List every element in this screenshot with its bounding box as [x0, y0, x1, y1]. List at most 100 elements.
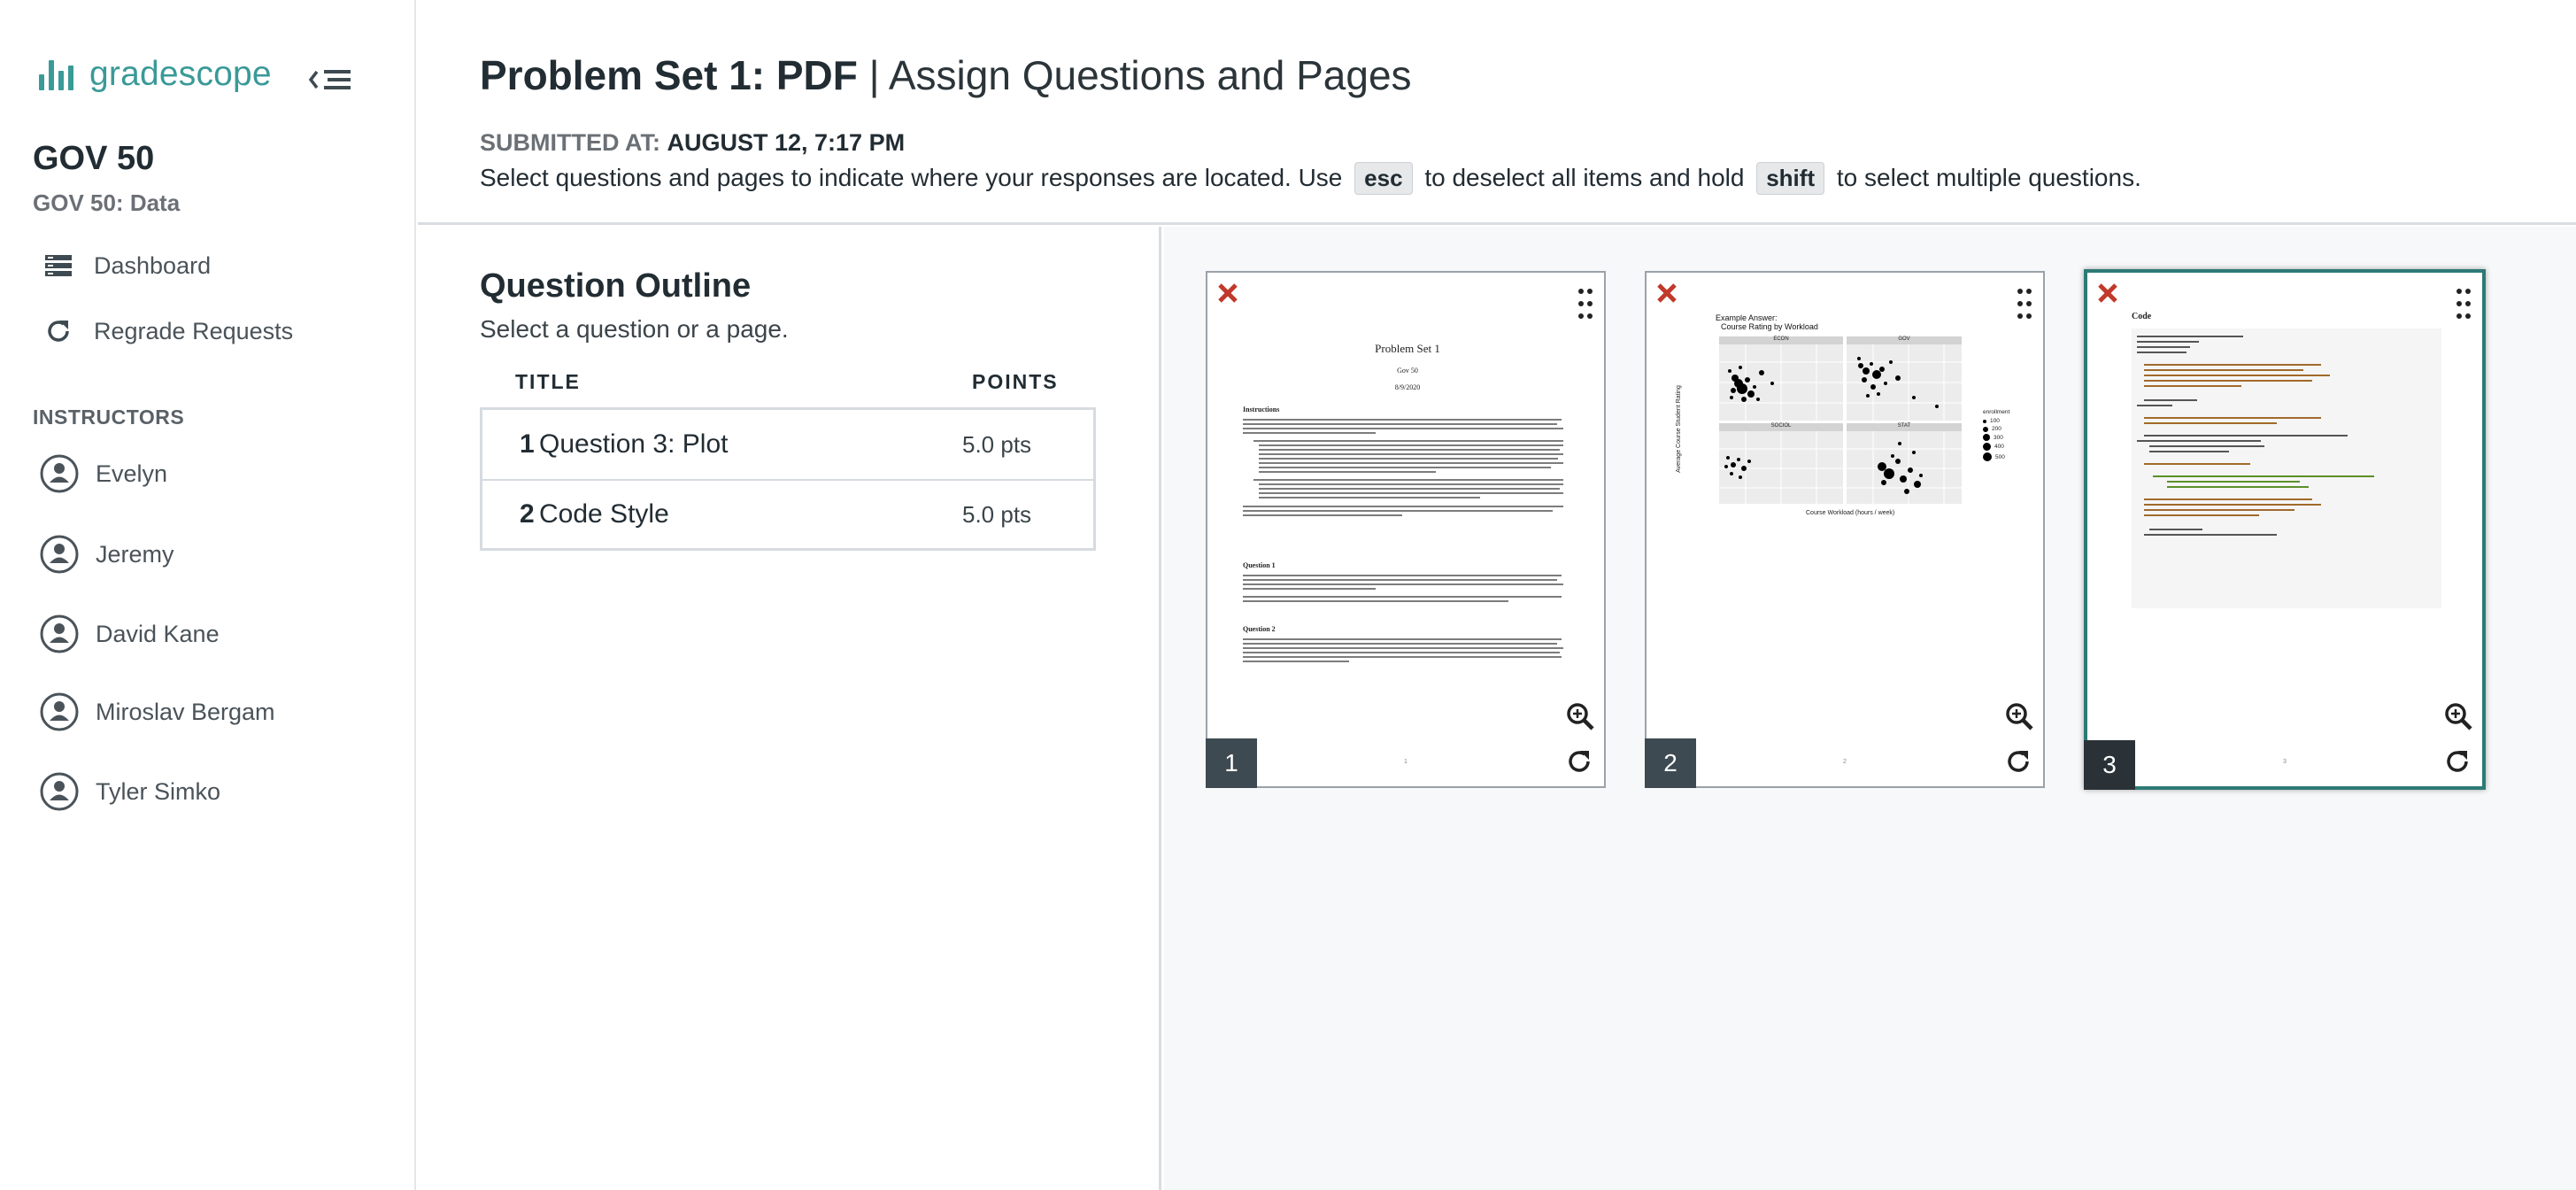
legend-label: 300: [1994, 434, 2003, 441]
page-preview: Code: [2132, 312, 2450, 613]
assignment-name: Problem Set 1: PDF: [480, 52, 858, 98]
page-thumbnail-2[interactable]: Example Answer: Course Rating by Workloa…: [1645, 271, 2045, 788]
page-footer-number: 2: [1843, 759, 1847, 765]
instructor-item[interactable]: Evelyn: [39, 453, 167, 494]
zoom-in-icon[interactable]: [1565, 701, 1595, 731]
question-row[interactable]: 1 Question 3: Plot 5.0 pts: [482, 410, 1093, 479]
dashboard-icon: [42, 250, 74, 282]
question-number: 2: [520, 499, 535, 529]
submitted-label: SUBMITTED AT:: [480, 129, 660, 156]
chart-legend: enrollment 100 200 300 400 500: [1983, 409, 2009, 461]
page-footer-number: 1: [1404, 759, 1408, 765]
submitted-at: SUBMITTED AT: AUGUST 12, 7:17 PM: [480, 129, 905, 157]
question-row[interactable]: 2 Code Style 5.0 pts: [482, 479, 1093, 548]
doc-date: 8/9/2020: [1394, 383, 1421, 391]
page-thumbnail-3[interactable]: Code 3 3: [2084, 269, 2486, 790]
sidebar: gradescope GOV 50 GOV 50: Data Dashboard: [0, 0, 416, 1190]
doc-heading: Question 1: [1243, 561, 1276, 569]
legend-marker: [1983, 434, 1990, 441]
instructor-name: Jeremy: [96, 540, 174, 568]
doc-text-lines: [1243, 638, 1563, 662]
page-title: Problem Set 1: PDF | Assign Questions an…: [480, 51, 1412, 99]
drag-handle-icon[interactable]: [1577, 287, 1593, 321]
page-thumbnail-1[interactable]: Problem Set 1 Gov 50 8/9/2020 Instructio…: [1206, 271, 1606, 788]
question-title: Code Style: [539, 499, 669, 529]
course-title[interactable]: GOV 50: [33, 140, 154, 178]
drag-handle-icon[interactable]: [2456, 287, 2472, 321]
user-avatar-icon: [40, 454, 79, 493]
facet-label: ECON: [1719, 336, 1843, 344]
chart-y-axis: Average Course Student Rating: [1673, 367, 1684, 491]
question-table: 1 Question 3: Plot 5.0 pts 2 Code Style …: [480, 407, 1096, 551]
doc-title: Problem Set 1: [1375, 342, 1440, 355]
doc-text-lines: [1243, 575, 1563, 602]
page-preview: Example Answer: Course Rating by Workloa…: [1673, 313, 2023, 526]
instructor-item[interactable]: Jeremy: [39, 534, 174, 575]
rotate-icon[interactable]: [2004, 747, 2032, 776]
question-points: 5.0 pts: [962, 430, 1032, 458]
zoom-in-icon[interactable]: [2443, 701, 2473, 731]
page-preview: Problem Set 1 Gov 50 8/9/2020 Instructio…: [1243, 299, 1572, 742]
title-separator: |: [857, 52, 889, 98]
instructions-text: Select questions and pages to indicate w…: [480, 162, 2141, 195]
chart-title: Course Rating by Workload: [1721, 322, 1818, 331]
brand-bars-icon: [39, 58, 73, 90]
legend-label: 100: [1990, 418, 2000, 424]
legend-label: 200: [1992, 426, 2001, 432]
legend-marker: [1983, 452, 1992, 461]
legend-item: 500: [1983, 452, 2009, 461]
brand-name: gradescope: [89, 55, 272, 93]
question-outline-panel: Question Outline Select a question or a …: [418, 227, 1161, 1190]
collapse-sidebar-button[interactable]: [308, 62, 354, 97]
page-number-badge: 2: [1645, 738, 1696, 788]
instructor-item[interactable]: Miroslav Bergam: [39, 692, 275, 732]
column-header-title: TITLE: [515, 370, 581, 393]
remove-page-icon[interactable]: [1655, 282, 1678, 305]
page-number-badge: 1: [1206, 738, 1257, 788]
page-footer-number: 3: [2283, 759, 2287, 765]
doc-heading: Instructions: [1243, 406, 1280, 413]
rotate-icon[interactable]: [1565, 747, 1593, 776]
pages-panel: Problem Set 1 Gov 50 8/9/2020 Instructio…: [1164, 227, 2576, 1190]
doc-course: Gov 50: [1397, 367, 1418, 375]
facet-label: GOV: [1847, 336, 1962, 344]
sidebar-item-dashboard[interactable]: Dashboard: [42, 250, 211, 282]
legend-item: 300: [1983, 434, 2009, 441]
chart-xlabel: Course Workload (hours / week): [1806, 510, 1895, 516]
sidebar-item-regrade-requests[interactable]: Regrade Requests: [42, 315, 293, 347]
page-header: Problem Set 1: PDF | Assign Questions an…: [418, 0, 2576, 225]
legend-item: 100: [1983, 418, 2009, 424]
instructors-heading: INSTRUCTORS: [33, 406, 185, 429]
panel-sociol: [1719, 431, 1843, 504]
instructions-part: to deselect all items and hold: [1424, 164, 1745, 191]
user-avatar-icon: [40, 772, 79, 811]
submitted-value: AUGUST 12, 7:17 PM: [667, 129, 906, 156]
legend-marker: [1983, 426, 1988, 432]
doc-heading: Question 2: [1243, 625, 1276, 633]
question-title: Question 3: Plot: [539, 429, 729, 459]
remove-page-icon[interactable]: [2096, 282, 2119, 305]
column-header-points: POINTS: [972, 370, 1059, 393]
page-number-badge: 3: [2084, 740, 2135, 790]
instructions-part: to select multiple questions.: [1836, 164, 2141, 191]
user-avatar-icon: [40, 614, 79, 653]
outline-title: Question Outline: [480, 267, 752, 305]
instructor-item[interactable]: David Kane: [39, 614, 220, 654]
shift-key-badge: shift: [1756, 162, 1825, 195]
brand-logo[interactable]: gradescope: [39, 55, 272, 94]
code-block: [2132, 328, 2441, 608]
course-subtitle: GOV 50: Data: [33, 189, 181, 216]
sidebar-item-label: Dashboard: [94, 251, 212, 279]
panel-gov: [1847, 344, 1962, 421]
legend-label: 500: [1995, 453, 2005, 460]
rotate-icon[interactable]: [2443, 747, 2472, 776]
panel-stat: [1847, 431, 1962, 504]
legend-item: 200: [1983, 426, 2009, 432]
collapse-menu-icon: [308, 70, 351, 89]
legend-marker: [1983, 419, 1986, 423]
zoom-in-icon[interactable]: [2004, 701, 2034, 731]
instructor-item[interactable]: Tyler Simko: [39, 771, 220, 812]
user-avatar-icon: [40, 692, 79, 731]
remove-page-icon[interactable]: [1216, 282, 1239, 305]
sidebar-item-label: Regrade Requests: [94, 317, 294, 344]
